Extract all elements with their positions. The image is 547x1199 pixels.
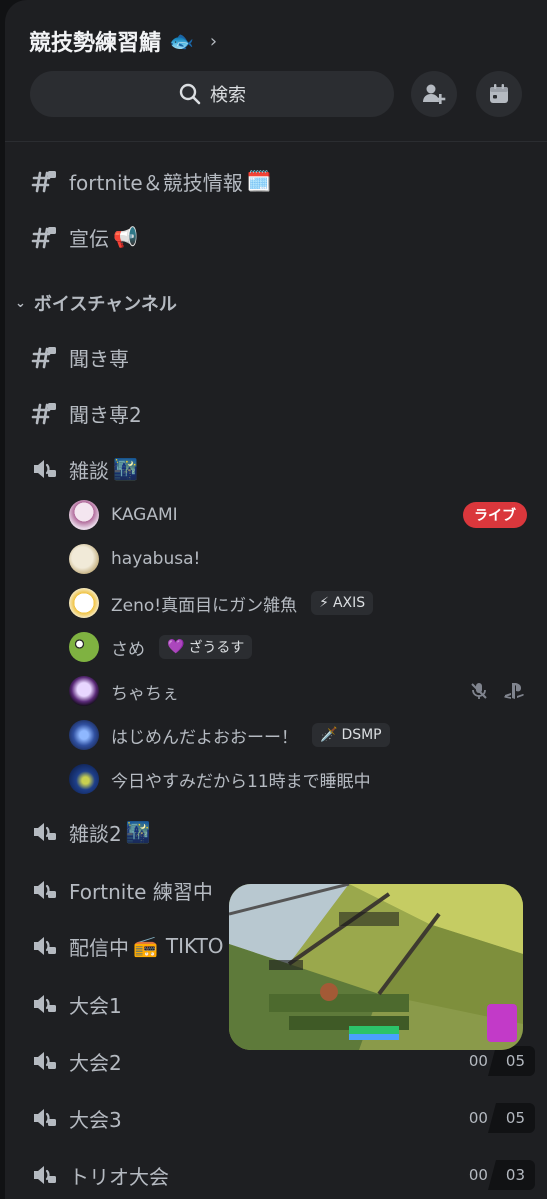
voice-member[interactable]: はじめんだよおおーー！ 🗡️ DSMP [69,717,539,753]
avatar [69,720,99,750]
avatar [69,676,99,706]
channel-name: Fortnite 練習中 [69,879,213,904]
voice-channel-locked-icon [31,1105,57,1131]
channel-name: 聞き専2 [69,402,142,427]
avatar [69,764,99,794]
events-button[interactable] [476,71,522,117]
text-channel-locked-icon [31,344,57,370]
avatar [69,544,99,574]
game-stream-frame [229,884,523,1050]
user-limit-counter: 00 05 [461,1046,535,1076]
channel-name: 大会1 [69,993,122,1018]
voice-channel-locked-icon [31,933,57,959]
night-city-emoji: 🌃 [125,820,151,844]
voice-channel-zatsudan-2[interactable]: 雑談2 🌃 [5,808,547,856]
sword-emoji: 🗡️ [320,727,338,743]
server-name: 競技勢練習鯖 [29,31,162,56]
chevron-right-icon: › [209,30,218,52]
voice-channel-locked-icon [31,819,57,845]
channel-name: 配信中 [69,935,129,960]
member-name: さめ [111,639,145,660]
voice-member[interactable]: ちゃちぇ [69,673,539,709]
text-channel-locked-icon [31,400,57,426]
heart-emoji: 💜 [167,639,185,655]
channel-name: 大会3 [69,1107,122,1132]
voice-member[interactable]: hayabusa! [69,541,539,577]
channel-name: 宣伝 [69,226,109,251]
limit-count: 03 [487,1160,535,1190]
channel-name: 雑談 [69,458,109,483]
member-name: KAGAMI [111,505,178,525]
mic-muted-icon [471,683,487,699]
user-limit-counter: 00 05 [461,1103,535,1133]
category-name: ボイスチャンネル [33,294,177,315]
avatar [69,588,99,618]
voice-member[interactable]: 今日やすみだから11時まで睡眠中 [69,761,539,797]
category-voice-channels[interactable]: ⌄ ボイスチャンネル [15,289,177,317]
tag-label: ざうるす [188,640,245,656]
server-tag: 🗡️ DSMP [312,723,390,747]
search-icon [179,83,201,105]
megaphone-emoji: 📢 [113,225,138,249]
text-channel-locked-icon [31,168,57,194]
limit-count: 05 [487,1103,535,1133]
voice-channel-taikai-3[interactable]: 大会3 00 05 [5,1094,547,1142]
invite-members-button[interactable] [411,71,457,117]
live-badge: ライブ [463,502,527,528]
member-name: hayabusa! [111,549,201,569]
user-limit-counter: 00 03 [461,1160,535,1190]
voice-member[interactable]: さめ 💜 ざうるす [69,629,539,665]
channel-name: 聞き専 [69,346,129,371]
avatar [69,632,99,662]
search-label: 検索 [210,85,246,106]
avatar [69,500,99,530]
calendar-icon [490,84,508,103]
server-tag: ⚡ AXIS [311,591,374,615]
limit-count: 05 [487,1046,535,1076]
voice-channel-zatsudan[interactable]: 雑談 🌃 [5,445,547,493]
channel-name: 雑談2 [69,821,122,846]
radio-emoji: 📻 [133,934,158,958]
lightning-emoji: ⚡ [319,595,329,611]
stream-preview-pip[interactable] [229,884,523,1050]
voice-channel-locked-icon [31,1162,57,1188]
voice-channel-trio-taikai[interactable]: トリオ大会 00 03 [5,1151,547,1199]
header-divider [5,141,547,142]
voice-member[interactable]: KAGAMI ライブ [69,497,539,533]
member-name: Zeno!真面目にガン雑魚 [111,595,298,616]
voice-channel-locked-icon [31,991,57,1017]
member-name: はじめんだよおおーー！ [111,727,298,748]
tag-label: AXIS [332,595,366,611]
voice-channel-locked-icon [31,456,57,482]
channel-fortnite-info[interactable]: fortnite＆競技情報 🗓️ [5,157,547,205]
search-button[interactable]: 検索 [30,71,394,117]
channel-senden[interactable]: 宣伝 📢 [5,213,547,261]
voice-channel-locked-icon [31,877,57,903]
calendar-emoji: 🗓️ [246,169,272,193]
member-name: ちゃちぇ [111,683,179,704]
channel-kikisen[interactable]: 聞き専 [5,333,547,381]
server-tag: 💜 ざうるす [159,635,253,659]
add-user-icon [423,84,446,104]
server-header[interactable]: 競技勢練習鯖 🐟 › [29,24,217,58]
text-channel-locked-icon [31,224,57,250]
night-city-emoji: 🌃 [113,457,138,481]
member-name: 今日やすみだから11時まで睡眠中 [111,771,371,792]
channel-name: 大会2 [69,1050,122,1075]
chevron-down-icon: ⌄ [15,295,26,311]
voice-member[interactable]: Zeno!真面目にガン雑魚 ⚡ AXIS [69,585,539,621]
tag-label: DSMP [341,727,382,743]
channel-kikisen-2[interactable]: 聞き専2 [5,389,547,437]
playstation-icon [504,683,524,699]
channel-name: fortnite＆競技情報 [69,170,243,195]
fish-emoji: 🐟 [169,29,194,53]
channel-name: トリオ大会 [69,1164,169,1189]
voice-channel-locked-icon [31,1048,57,1074]
channel-name-suffix: TIKTO [165,934,224,958]
